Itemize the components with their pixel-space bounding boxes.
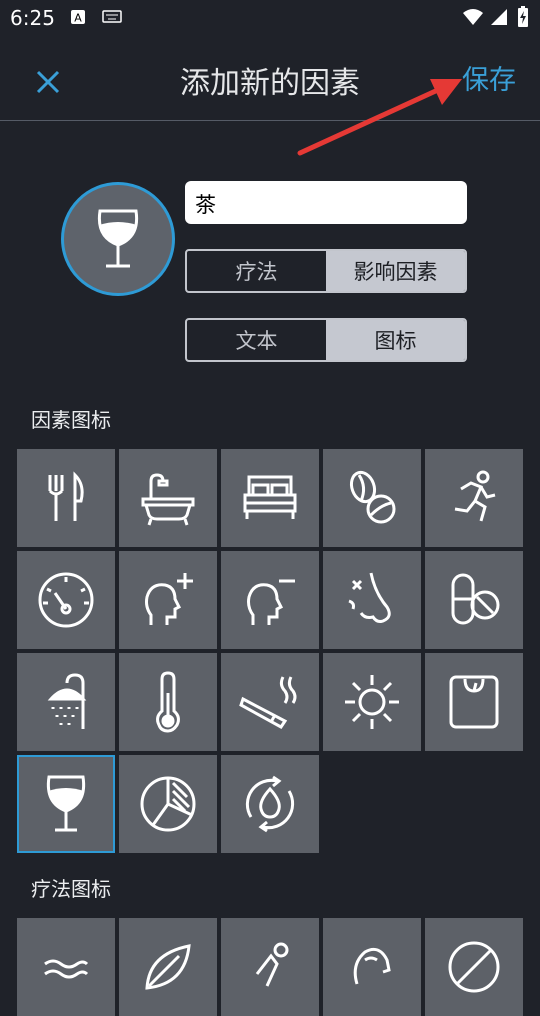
waves-icon [44, 959, 89, 979]
head-plus-icon [145, 573, 193, 625]
icon-tile-water-cycle[interactable] [221, 755, 319, 853]
display-mode-toggle: 文本 图标 [185, 318, 467, 362]
factor-icons-heading: 因素图标 [31, 408, 111, 432]
type-option-factor[interactable]: 影响因素 [326, 251, 465, 291]
battery-icon [518, 6, 528, 27]
icon-tile-running[interactable] [425, 449, 523, 547]
bathtub-icon [141, 473, 195, 526]
icon-tile-thermometer[interactable] [119, 653, 217, 751]
icon-tile-waves[interactable] [17, 918, 115, 1016]
icon-tile-head-plus[interactable] [119, 551, 217, 649]
status-time: 6:25 [10, 6, 55, 30]
icon-tile-bed[interactable] [221, 449, 319, 547]
keyboard-a-icon: A [71, 10, 85, 25]
icon-tile-gauge[interactable] [17, 551, 115, 649]
scale-icon [449, 675, 499, 729]
water-cycle-icon [245, 775, 295, 833]
sun-icon [345, 675, 399, 729]
icon-tile-leaf[interactable] [119, 918, 217, 1016]
icon-tile-sun[interactable] [323, 653, 421, 751]
wifi-icon [463, 9, 483, 25]
shower-icon [47, 673, 87, 729]
save-button[interactable]: 保存 [462, 58, 516, 97]
coffee-beans-icon [349, 470, 396, 524]
bed-icon [243, 475, 297, 519]
pills-icon [451, 573, 500, 625]
pressure-gauge-icon [38, 572, 94, 628]
therapy-icons-heading: 疗法图标 [31, 877, 111, 901]
svg-text:A: A [74, 12, 82, 25]
factor-icon-preview[interactable] [61, 182, 175, 296]
annotation-arrow-icon [297, 79, 462, 156]
head-minus-icon [247, 579, 295, 625]
icon-tile-coffee-beans[interactable] [323, 449, 421, 547]
icon-tile-bathtub[interactable] [119, 449, 217, 547]
icon-tile-scale[interactable] [425, 653, 523, 751]
head-icon [353, 947, 391, 985]
icon-tile-shower[interactable] [17, 653, 115, 751]
icon-tile-pie-chart[interactable] [119, 755, 217, 853]
keyboard-icon [102, 10, 122, 23]
cigarette-icon [239, 676, 297, 729]
pie-chart-icon [140, 776, 196, 832]
no-symbol-icon [448, 941, 500, 993]
running-person-icon [454, 470, 496, 522]
icon-tile-wine-glass[interactable] [17, 755, 115, 853]
icon-tile-no-symbol[interactable] [425, 918, 523, 1016]
status-bar: 6:25 A [0, 0, 540, 38]
icon-tile-head[interactable] [323, 918, 421, 1016]
wine-glass-icon [97, 209, 139, 268]
icon-tile-fork-knife[interactable] [17, 449, 115, 547]
signal-icon [491, 9, 507, 25]
leaf-icon [145, 944, 191, 990]
display-option-icon[interactable]: 图标 [326, 320, 465, 360]
icon-tile-nose[interactable] [323, 551, 421, 649]
display-option-text[interactable]: 文本 [187, 320, 326, 360]
icon-tile-stretching[interactable] [221, 918, 319, 1016]
stretching-icon [255, 942, 289, 987]
icon-tile-head-minus[interactable] [221, 551, 319, 649]
wine-glass-icon [46, 775, 86, 832]
icon-tile-pills[interactable] [425, 551, 523, 649]
factor-name-input[interactable]: 茶 [185, 181, 467, 224]
factor-type-toggle: 疗法 影响因素 [185, 249, 467, 293]
fork-knife-icon [48, 471, 84, 521]
thermometer-icon [156, 671, 180, 733]
nose-icon [348, 572, 391, 623]
type-option-therapy[interactable]: 疗法 [187, 251, 326, 291]
icon-tile-cigarette[interactable] [221, 653, 319, 751]
